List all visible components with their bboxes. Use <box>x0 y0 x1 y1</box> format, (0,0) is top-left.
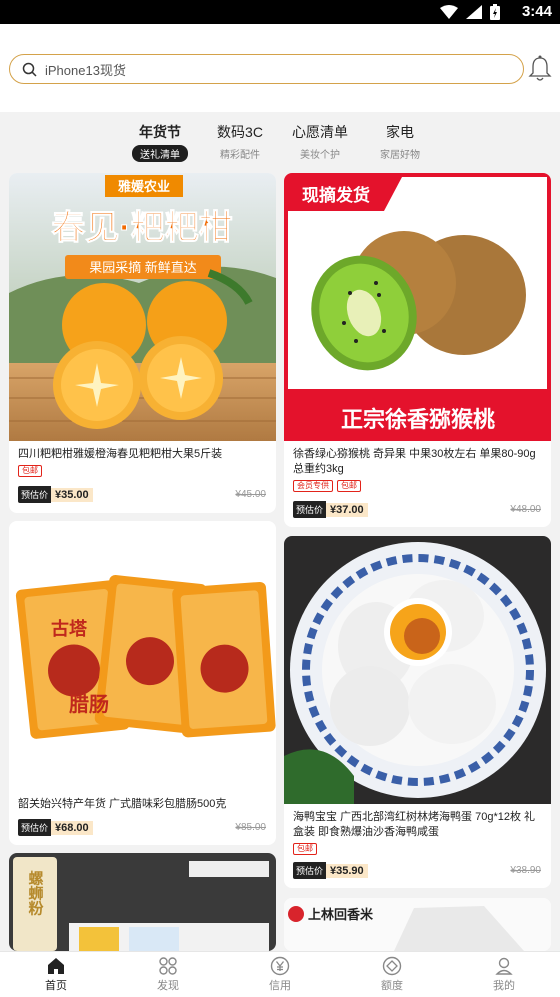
tag-free-shipping: 包邮 <box>293 843 317 855</box>
product-image: 现摘发货 正宗徐香猕猴桃 <box>284 173 551 441</box>
tab-subtitle: 家居好物 <box>380 150 420 161</box>
original-price: ¥48.00 <box>510 504 541 515</box>
nav-home[interactable]: 首页 <box>0 956 112 993</box>
tag-free-shipping: 包邮 <box>337 480 361 492</box>
nav-profile[interactable]: 我的 <box>448 956 560 993</box>
nav-label: 我的 <box>493 980 515 992</box>
price-row: 预估价 ¥68.00 ¥85.00 <box>18 819 266 836</box>
price-label: 预估价 <box>293 501 327 518</box>
tab-appliances[interactable]: 家电 家居好物 <box>355 122 445 161</box>
tab-subtitle: 送礼清单 <box>132 145 188 162</box>
banner-brand: 雅媛农业 <box>118 179 170 194</box>
price-row: 预估价 ¥35.90 ¥38.90 <box>293 862 541 879</box>
tab-title: 家电 <box>386 124 414 140</box>
product-name: 徐香绿心猕猴桃 奇异果 中果30枚左右 单果80-90g 总重约3kg <box>293 448 536 475</box>
banner-top: 现摘发货 <box>302 185 370 205</box>
price-label: 预估价 <box>293 862 327 879</box>
bottom-nav: 首页 发现 信用 额度 我的 <box>0 951 560 997</box>
product-card[interactable]: 现摘发货 正宗徐香猕猴桃 徐香绿心猕猴桃 奇异果 中果30枚左右 单果80-90… <box>284 173 551 527</box>
tag-member: 会员专供 <box>293 480 333 492</box>
price-row: 预估价 ¥35.00 ¥45.00 <box>18 486 266 503</box>
banner-text: 上林回香米 <box>308 907 374 922</box>
product-image: 螺蛳粉 <box>9 853 276 951</box>
price-label: 预估价 <box>18 819 52 836</box>
tab-wishlist[interactable]: 心愿清单 美妆个护 <box>275 122 365 161</box>
price: ¥37.00 <box>326 502 368 517</box>
nav-label: 信用 <box>269 980 291 992</box>
tab-digital[interactable]: 数码3C 精彩配件 <box>195 122 285 161</box>
signal-icon <box>466 5 482 19</box>
banner-text: 螺蛳粉 <box>27 870 44 917</box>
bell-icon[interactable] <box>527 54 553 84</box>
pack-brand: 古塔 <box>51 618 88 639</box>
search-input[interactable]: iPhone13现货 <box>9 54 524 84</box>
tab-subtitle: 精彩配件 <box>220 150 260 161</box>
nav-credit[interactable]: 信用 <box>224 956 336 993</box>
price: ¥68.00 <box>51 820 93 835</box>
tab-title: 年货节 <box>139 124 181 140</box>
product-image: 上林回香米 <box>284 898 551 951</box>
battery-icon <box>490 4 500 20</box>
product-info: 韶关始兴特产年货 广式腊味彩包腊肠500克 <box>9 797 276 812</box>
status-time: 3:44 <box>521 3 552 20</box>
profile-icon <box>495 957 513 975</box>
status-icons <box>440 4 500 20</box>
price-label: 预估价 <box>18 486 52 503</box>
header: iPhone13现货 <box>0 24 560 112</box>
product-image <box>284 536 551 804</box>
tab-new-year[interactable]: 年货节 送礼清单 <box>115 122 205 163</box>
credit-icon <box>270 956 290 976</box>
banner-subtitle: 果园采摘 新鲜直达 <box>89 260 197 275</box>
discover-icon <box>159 957 177 975</box>
tab-title: 心愿清单 <box>292 124 348 140</box>
wifi-icon <box>440 5 458 19</box>
product-info: 四川粑粑柑雅媛橙海春见粑粑柑大果5斤装 包邮 <box>9 447 276 477</box>
pack-name: 腊肠 <box>68 692 109 716</box>
original-price: ¥45.00 <box>235 489 266 500</box>
product-card[interactable]: 螺蛳粉 <box>9 853 276 951</box>
quota-icon <box>382 956 402 976</box>
original-price: ¥38.90 <box>510 865 541 876</box>
product-card[interactable]: 古塔 腊肠 韶关始兴特产年货 广式腊味彩包腊肠500克 预估价 ¥68.00 ¥… <box>9 521 276 845</box>
product-image: 雅媛农业 春见·粑粑柑 果园采摘 新鲜直达 <box>9 173 276 441</box>
tag-free-shipping: 包邮 <box>18 465 42 477</box>
product-info: 徐香绿心猕猴桃 奇异果 中果30枚左右 单果80-90g 总重约3kg 会员专供… <box>284 447 551 492</box>
price: ¥35.00 <box>51 487 93 502</box>
search-placeholder: iPhone13现货 <box>45 62 126 78</box>
product-card[interactable]: 海鸭宝宝 广西北部湾红树林烤海鸭蛋 70g*12枚 礼盒装 即食熟爆油沙香海鸭咸… <box>284 536 551 888</box>
product-name: 四川粑粑柑雅媛橙海春见粑粑柑大果5斤装 <box>18 448 223 460</box>
banner-title: 春见·粑粑柑 <box>51 209 232 247</box>
status-bar: 3:44 <box>0 0 560 24</box>
banner-bottom: 正宗徐香猕猴桃 <box>341 407 495 432</box>
product-image: 古塔 腊肠 <box>9 521 276 789</box>
category-tabs: 年货节 送礼清单 数码3C 精彩配件 心愿清单 美妆个护 家电 家居好物 <box>0 122 560 164</box>
product-name: 韶关始兴特产年货 广式腊味彩包腊肠500克 <box>18 798 227 810</box>
original-price: ¥85.00 <box>235 822 266 833</box>
product-card[interactable]: 上林回香米 <box>284 898 551 951</box>
product-name: 海鸭宝宝 广西北部湾红树林烤海鸭蛋 70g*12枚 礼盒装 即食熟爆油沙香海鸭咸… <box>293 811 536 838</box>
tab-subtitle: 美妆个护 <box>300 150 340 161</box>
home-icon <box>48 958 64 974</box>
price: ¥35.90 <box>326 863 368 878</box>
nav-label: 首页 <box>45 980 67 992</box>
price-row: 预估价 ¥37.00 ¥48.00 <box>293 501 541 518</box>
tab-title: 数码3C <box>217 124 263 140</box>
product-card[interactable]: 雅媛农业 春见·粑粑柑 果园采摘 新鲜直达 四川粑粑柑雅媛橙海春见粑粑柑大果5斤… <box>9 173 276 513</box>
nav-discover[interactable]: 发现 <box>112 956 224 993</box>
search-icon <box>22 62 37 77</box>
nav-quota[interactable]: 额度 <box>336 956 448 993</box>
nav-label: 额度 <box>381 980 403 992</box>
nav-label: 发现 <box>157 980 179 992</box>
product-info: 海鸭宝宝 广西北部湾红树林烤海鸭蛋 70g*12枚 礼盒装 即食熟爆油沙香海鸭咸… <box>284 810 551 855</box>
